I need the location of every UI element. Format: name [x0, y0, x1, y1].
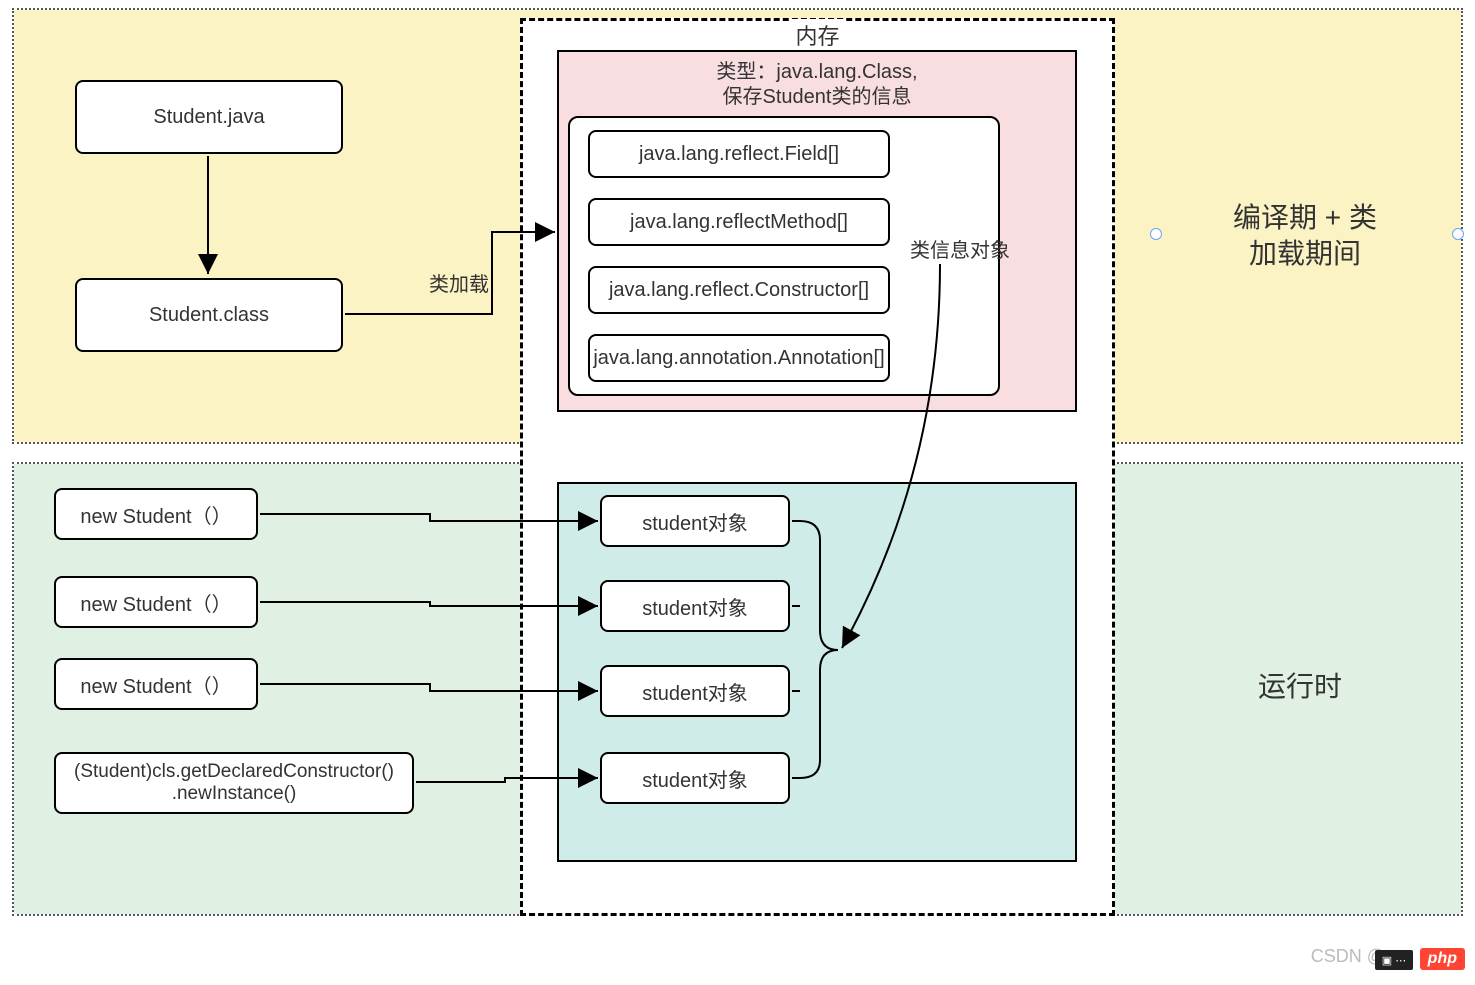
- class-loading-label: 类加载: [424, 268, 494, 297]
- student-obj-2: student对象: [600, 580, 790, 632]
- declared-constructor-box: (Student)cls.getDeclaredConstructor() .n…: [54, 752, 414, 814]
- new-student-2: new Student（）: [54, 576, 258, 628]
- handle-right-icon: [1452, 228, 1464, 240]
- declared-line1: (Student)cls.getDeclaredConstructor(): [74, 761, 394, 783]
- student-obj-4: student对象: [600, 752, 790, 804]
- new-student-3: new Student（）: [54, 658, 258, 710]
- class-type-line1: 类型：java.lang.Class,: [632, 60, 1002, 85]
- student-obj-1: student对象: [600, 495, 790, 547]
- method-box: java.lang.reflectMethod[]: [588, 198, 890, 246]
- compile-phase-label: 编译期 + 类 加载期间: [1160, 200, 1450, 273]
- runtime-label: 运行时: [1200, 665, 1400, 705]
- class-info-obj-label: 类信息对象: [900, 234, 1020, 263]
- handle-left-icon: [1150, 228, 1162, 240]
- field-box: java.lang.reflect.Field[]: [588, 130, 890, 178]
- compile-phase-line2: 加载期间: [1160, 236, 1450, 272]
- watermark-label: CSDN @: [1311, 946, 1385, 967]
- class-type-line2: 保存Student类的信息: [632, 85, 1002, 110]
- class-type-header: 类型：java.lang.Class, 保存Student类的信息: [632, 60, 1002, 110]
- memory-label: 内存: [789, 19, 845, 51]
- annotation-box: java.lang.annotation.Annotation[]: [588, 334, 890, 382]
- constructor-box: java.lang.reflect.Constructor[]: [588, 266, 890, 314]
- student-class-box: Student.class: [75, 278, 343, 352]
- student-obj-3: student对象: [600, 665, 790, 717]
- compile-phase-line1: 编译期 + 类: [1160, 200, 1450, 236]
- declared-line2: .newInstance(): [74, 783, 394, 805]
- brand-pill-icon: ▣ ⋯: [1375, 950, 1413, 970]
- student-java-box: Student.java: [75, 80, 343, 154]
- new-student-1: new Student（）: [54, 488, 258, 540]
- php-brand-icon: php: [1420, 948, 1465, 970]
